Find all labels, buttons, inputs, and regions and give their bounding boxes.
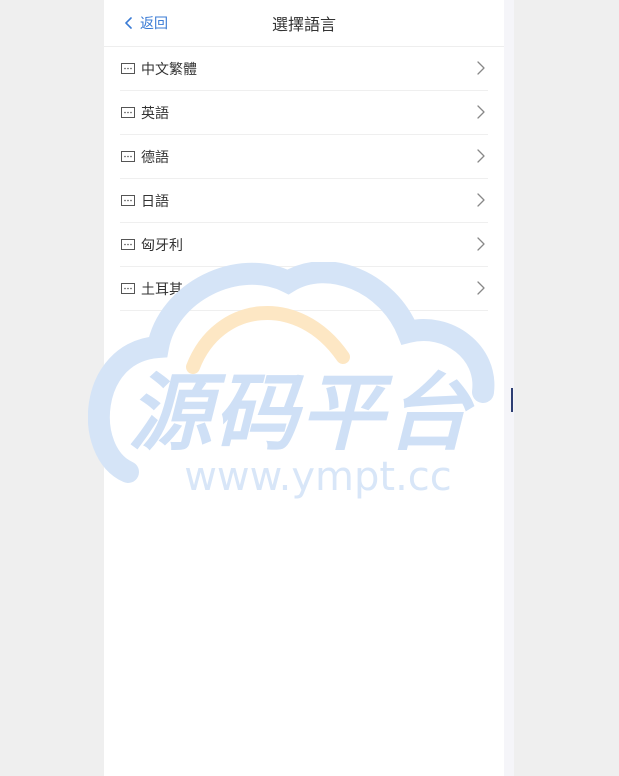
language-item-de[interactable]: 德語 <box>120 135 488 179</box>
message-dots-icon <box>121 195 135 206</box>
language-item-hu[interactable]: 匈牙利 <box>120 223 488 267</box>
message-dots-icon <box>121 151 135 162</box>
page-title: 選擇語言 <box>271 15 336 34</box>
message-dots-icon <box>121 63 135 74</box>
scrollbar-thumb[interactable] <box>511 388 513 412</box>
message-dots-icon <box>121 239 135 250</box>
language-label: 中文繁體 <box>141 61 197 78</box>
message-dots-icon <box>121 107 135 118</box>
language-label: 德語 <box>141 149 169 166</box>
chevron-right-icon <box>477 281 485 295</box>
language-item-ja[interactable]: 日語 <box>120 179 488 223</box>
chevron-right-icon <box>477 105 485 119</box>
language-item-tr[interactable]: 土耳其 <box>120 267 488 311</box>
language-label: 土耳其 <box>141 281 183 298</box>
chevron-right-icon <box>477 61 485 75</box>
language-item-en[interactable]: 英語 <box>120 91 488 135</box>
language-item-zh-hant[interactable]: 中文繁體 <box>120 47 488 91</box>
phone-screen: 返回 選擇語言 中文繁體 英語 德語 日語 匈牙利 土耳其 <box>104 0 504 776</box>
chevron-right-icon <box>477 193 485 207</box>
language-list: 中文繁體 英語 德語 日語 匈牙利 土耳其 <box>120 47 488 311</box>
message-dots-icon <box>121 283 135 294</box>
language-label: 日語 <box>141 193 169 210</box>
nav-header: 返回 選擇語言 <box>104 0 504 47</box>
language-label: 匈牙利 <box>141 237 183 254</box>
chevron-right-icon <box>477 237 485 251</box>
chevron-right-icon <box>477 149 485 163</box>
language-label: 英語 <box>141 105 169 122</box>
